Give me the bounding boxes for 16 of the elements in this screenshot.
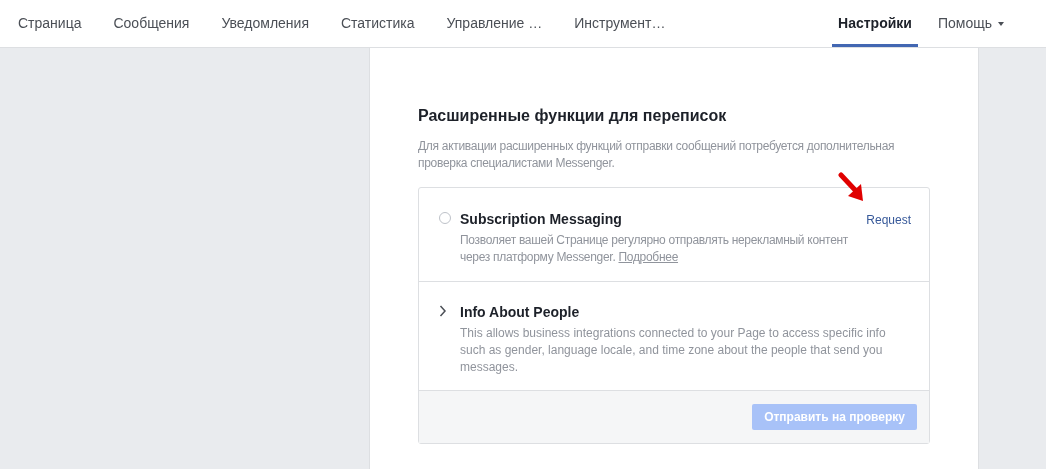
- feature-title: Subscription Messaging: [460, 210, 622, 229]
- feature-title: Info About People: [460, 303, 580, 322]
- section-title: Расширенные функции для переписок: [418, 106, 728, 126]
- navigation-tab[interactable]: Сообщения: [107, 0, 196, 47]
- feature-description: Позволяет вашей Странице регулярно отправлять нерекламный контент через платформу Messenger. Подробнее: [460, 232, 850, 266]
- section-description: Для активации расширенных функций отправки сообщений потребуется дополнительная проверка специалистами Messenger.: [418, 138, 896, 172]
- request-link[interactable]: Request: [866, 209, 911, 229]
- navigation-tab[interactable]: Помощь: [931, 0, 1010, 47]
- caret-icon: [998, 21, 1004, 26]
- navigation-tab[interactable]: Статистика: [335, 0, 421, 47]
- navigation-tab[interactable]: Уведомления: [215, 0, 315, 47]
- navigation-tab[interactable]: Управление …: [440, 0, 549, 47]
- feature-description: This allows business integrations connected to your Page to access specific info such as gender, language locale, and time zone about the people that send you messages.: [460, 325, 887, 376]
- navigation-tab[interactable]: Страница: [12, 0, 88, 47]
- navigation-tab[interactable]: Инструмент…: [568, 0, 672, 47]
- chevron-right-icon[interactable]: [439, 305, 447, 317]
